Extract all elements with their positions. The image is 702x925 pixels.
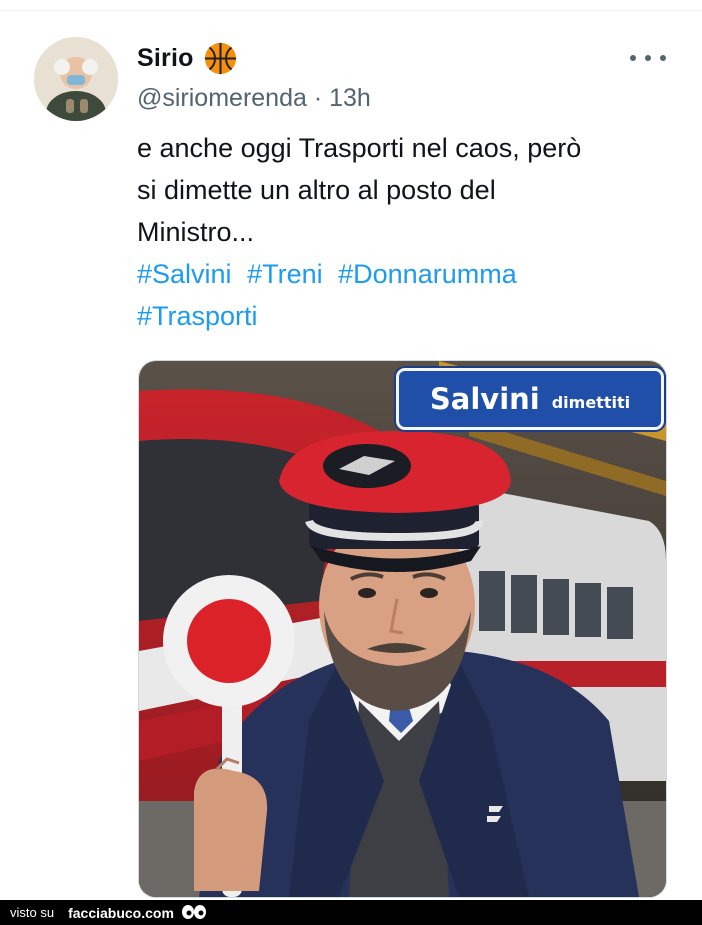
station-sign: Salvini dimettiti <box>396 368 664 430</box>
tweet-text-line: si dimette un altro al posto del <box>137 175 496 205</box>
more-dot <box>645 55 651 61</box>
separator: · <box>313 84 323 112</box>
more-dot <box>660 55 666 61</box>
top-divider <box>0 0 702 11</box>
tweet-text-line: Ministro... <box>137 217 255 247</box>
avatar[interactable] <box>34 37 118 121</box>
hashtag-treni[interactable]: #Treni <box>247 259 323 289</box>
hashtag-donnarumma[interactable]: #Donnarumma <box>338 259 517 289</box>
basketball-icon <box>204 42 236 74</box>
handle[interactable]: @siriomerenda <box>137 84 307 112</box>
more-dot <box>630 55 636 61</box>
eyes-icon <box>181 904 206 919</box>
tweet-text-line: e anche oggi Trasporti nel caos, però <box>137 133 582 163</box>
avatar-image <box>34 37 118 121</box>
tweet-image[interactable] <box>138 360 667 898</box>
hashtag-line: #Salvini #Treni #Donnarumma <box>137 253 677 295</box>
handle-row: @siriomerenda · 13h <box>137 84 371 113</box>
footer-visto-label: visto su <box>10 905 55 920</box>
sign-sub-text: dimettiti <box>551 392 631 412</box>
timestamp[interactable]: 13h <box>329 84 371 112</box>
hashtag-trasporti[interactable]: #Trasporti <box>137 301 258 331</box>
author-name-row: Sirio <box>137 40 237 76</box>
tweet-text: e anche oggi Trasporti nel caos, però si… <box>137 127 677 337</box>
watermark-bar: visto su facciabuco.com <box>0 900 702 925</box>
hashtag-line: #Trasporti <box>137 295 677 337</box>
display-name[interactable]: Sirio <box>137 44 194 73</box>
more-options-icon[interactable] <box>630 48 666 68</box>
footer-brand[interactable]: facciabuco.com <box>68 905 174 921</box>
train-conductor-photo <box>139 361 666 897</box>
hashtag-salvini[interactable]: #Salvini <box>137 259 232 289</box>
sign-main-text: Salvini <box>429 382 540 416</box>
